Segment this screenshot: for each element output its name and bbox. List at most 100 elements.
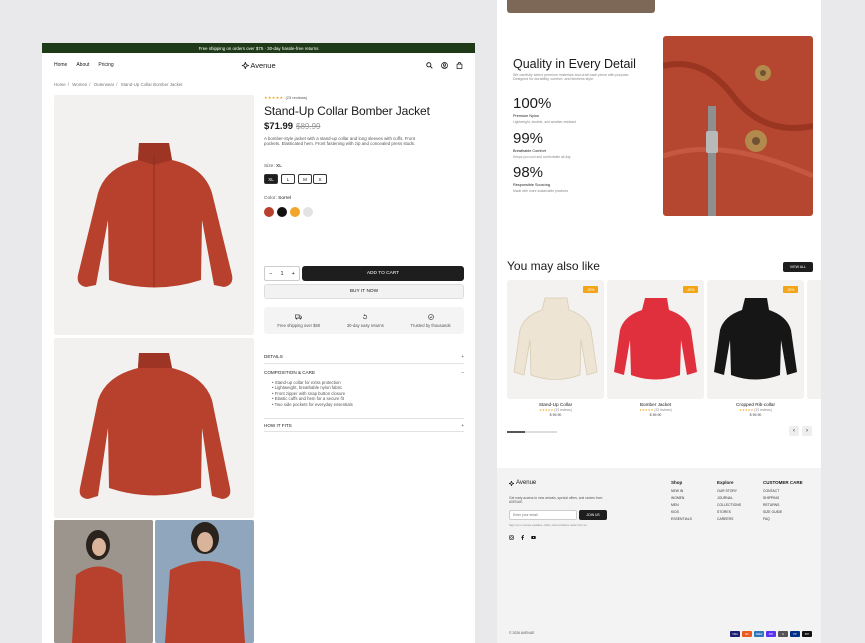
- detail-closeup-image: [663, 36, 813, 216]
- facebook-icon[interactable]: [520, 535, 525, 540]
- rating-stars: ★★★★★: [264, 95, 284, 100]
- qty-minus-button[interactable]: −: [269, 271, 272, 277]
- footer-link[interactable]: SHIPPING: [763, 495, 782, 502]
- mastercard-icon: MC: [742, 631, 752, 637]
- footer-links: NEW IN WOMEN MEN KIDS ESSENTIALS: [671, 488, 692, 523]
- footer-link[interactable]: SIZE GUIDE: [763, 509, 782, 516]
- nav-about[interactable]: About: [76, 62, 89, 68]
- footer-link[interactable]: WOMEN: [671, 495, 692, 502]
- brand-name: Avenue: [250, 60, 276, 70]
- product-card-image: -20%: [707, 280, 804, 399]
- swatch-black[interactable]: [277, 207, 287, 217]
- model-photo-1: [54, 520, 153, 643]
- amex-icon: AMEX: [754, 631, 764, 637]
- crumb-outerwear[interactable]: Outerwear: [94, 82, 115, 87]
- buy-now-button[interactable]: BUY IT NOW: [264, 284, 464, 299]
- size-selected: XL: [276, 164, 282, 169]
- shield-check-icon: [427, 313, 434, 320]
- carousel-next-button[interactable]: ›: [802, 426, 812, 436]
- product-card-price: $ 59.90: [749, 413, 762, 417]
- product-card[interactable]: -20% Cropped Rib-collar ★★★★★ (23 review…: [707, 280, 804, 417]
- top-cropped-image: [507, 0, 655, 13]
- brand-mark-icon: [241, 61, 249, 69]
- carousel-prev-button[interactable]: ‹: [789, 426, 799, 436]
- swatch-yellow[interactable]: [290, 207, 300, 217]
- gallery-model-image-1[interactable]: [54, 520, 153, 643]
- accordion-fit[interactable]: HOW IT FITS +: [264, 418, 464, 432]
- youtube-icon[interactable]: [531, 535, 536, 540]
- footer-link[interactable]: FAQ: [763, 516, 782, 523]
- quality-and-footer-panel: Quality in Every Detail We carefully sel…: [497, 0, 821, 643]
- gallery-main-image[interactable]: [54, 95, 254, 335]
- carousel-scrollbar[interactable]: [507, 431, 557, 433]
- newsletter-join-button[interactable]: JOIN US: [579, 510, 607, 520]
- stat-block: 98% Responsible Sourcing Made with more …: [513, 164, 569, 193]
- promo-text: Free shipping on orders over $75 · 30-da…: [198, 45, 319, 51]
- perk-trusted: Trusted by thousands: [411, 313, 451, 328]
- jacket-back-image: [79, 353, 231, 499]
- accordion-composition[interactable]: COMPOSITION & CARE −: [264, 365, 464, 379]
- product-card-rating: ★★★★★ (23 reviews): [539, 408, 572, 412]
- size-s-button[interactable]: S: [313, 174, 327, 184]
- footer-link[interactable]: OUR STORY: [717, 488, 741, 495]
- account-icon[interactable]: [441, 61, 448, 69]
- top-nav: Home About Pricing Avenue: [42, 53, 475, 77]
- add-to-cart-button[interactable]: ADD TO CART: [302, 266, 464, 281]
- qty-plus-button[interactable]: +: [292, 271, 295, 277]
- view-all-button[interactable]: VIEW ALL: [783, 262, 813, 272]
- discount-badge: -20%: [783, 286, 798, 293]
- apple-pay-icon: PAY: [802, 631, 812, 637]
- size-xl-button[interactable]: XL: [264, 174, 278, 184]
- nav-home[interactable]: Home: [54, 62, 67, 68]
- gallery-back-image[interactable]: [54, 338, 254, 518]
- accordion-details[interactable]: DETAILS +: [264, 350, 464, 364]
- discount-badge: -20%: [583, 286, 598, 293]
- footer-col-title: Explore: [717, 480, 734, 485]
- product-card-name: Bomber Jacket: [639, 402, 672, 407]
- footer-link[interactable]: RETURNS: [763, 502, 782, 509]
- footer-link[interactable]: MEN: [671, 502, 692, 509]
- also-like-title: You may also like: [507, 259, 600, 273]
- review-count[interactable]: (23 reviews): [285, 95, 307, 100]
- qty-value[interactable]: 1: [280, 271, 283, 277]
- cream-jacket-image: [513, 297, 598, 380]
- newsletter-email-input[interactable]: [509, 510, 577, 520]
- copyright: © 2026 AVENUE: [509, 631, 535, 635]
- footer-link[interactable]: JOURNAL: [717, 495, 741, 502]
- black-jacket-image: [714, 298, 797, 380]
- return-icon: [363, 313, 368, 319]
- plus-icon: +: [461, 354, 464, 359]
- size-m-button[interactable]: M: [298, 174, 312, 184]
- footer-link[interactable]: CAREERS: [717, 516, 741, 523]
- footer-link[interactable]: NEW IN: [671, 488, 692, 495]
- perks-bar: Free shipping over $50 30-day easy retur…: [264, 307, 464, 334]
- gallery-model-image-2[interactable]: [155, 520, 254, 643]
- crumb-women[interactable]: Women: [72, 82, 87, 87]
- footer-link[interactable]: CONTACT: [763, 488, 782, 495]
- swatch-grey[interactable]: [303, 207, 313, 217]
- footer-links: CONTACT SHIPPING RETURNS SIZE GUIDE FAQ: [763, 488, 782, 523]
- footer-link[interactable]: ESSENTIALS: [671, 516, 692, 523]
- google-pay-icon: G: [778, 631, 788, 637]
- search-icon[interactable]: [426, 61, 433, 69]
- swatch-sorrel[interactable]: [264, 207, 274, 217]
- visa-icon: VISA: [730, 631, 740, 637]
- instagram-icon[interactable]: [509, 535, 514, 540]
- footer-link[interactable]: KIDS: [671, 509, 692, 516]
- brand-logo[interactable]: Avenue: [241, 60, 276, 70]
- size-l-button[interactable]: L: [281, 174, 295, 184]
- footer-link[interactable]: STORES: [717, 509, 741, 516]
- product-card-name: Cropped Rib-collar: [735, 402, 776, 407]
- product-card[interactable]: -20% Stand-Up Collar ★★★★★ (23 reviews) …: [507, 280, 604, 417]
- product-rating: ★★★★★ (23 reviews): [264, 95, 307, 100]
- product-card-peek[interactable]: [807, 280, 821, 399]
- product-card-rating: ★★★★★ (23 reviews): [639, 408, 672, 412]
- product-card[interactable]: -20% Bomber Jacket ★★★★★ (23 reviews) $ …: [607, 280, 704, 417]
- scrollbar-thumb[interactable]: [507, 431, 525, 433]
- crumb-home[interactable]: Home: [54, 82, 66, 87]
- footer-link[interactable]: COLLECTIONS: [717, 502, 741, 509]
- shop-pay-icon: PAY: [766, 631, 776, 637]
- nav-pricing[interactable]: Pricing: [98, 62, 113, 68]
- bag-icon[interactable]: [456, 61, 463, 69]
- footer-brand[interactable]: Avenue: [509, 480, 536, 486]
